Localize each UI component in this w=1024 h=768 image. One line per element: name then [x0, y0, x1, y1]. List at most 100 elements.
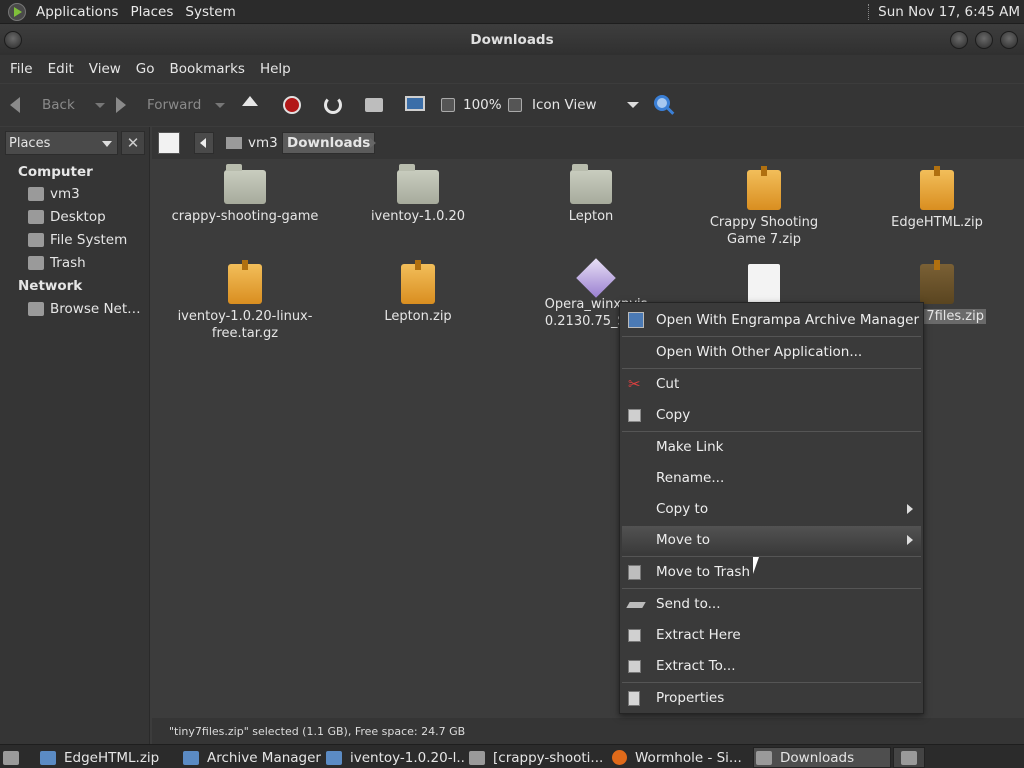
- edit-location-icon[interactable]: [158, 132, 180, 154]
- zoom-level[interactable]: 100%: [463, 84, 502, 126]
- taskbar-item-downloads[interactable]: Downloads: [753, 747, 891, 768]
- file-item[interactable]: Crappy Shooting Game 7.zip: [689, 166, 839, 248]
- breadcrumb-vm3[interactable]: vm3: [222, 132, 282, 154]
- zoom-in-icon[interactable]: [508, 98, 522, 112]
- minimize-button[interactable]: [950, 31, 968, 49]
- menu-extract-here[interactable]: Extract Here: [622, 621, 921, 649]
- home-folder-icon[interactable]: [365, 98, 383, 112]
- menu-view[interactable]: View: [83, 61, 130, 77]
- extract-icon: [628, 628, 641, 642]
- system-menu[interactable]: System: [179, 4, 241, 20]
- menu-separator: [622, 556, 921, 557]
- menu-open-with-other[interactable]: Open With Other Application...: [622, 338, 921, 366]
- sidebar-item-label: File System: [50, 232, 128, 248]
- reload-icon[interactable]: [324, 96, 342, 114]
- menu-move-to[interactable]: Move to: [622, 526, 921, 554]
- menu-separator: [622, 336, 921, 337]
- computer-icon[interactable]: [405, 96, 425, 111]
- menu-file[interactable]: File: [4, 61, 42, 77]
- search-icon[interactable]: [654, 95, 670, 111]
- archive-icon: [628, 312, 644, 328]
- sidebar-item-vm3[interactable]: vm3: [28, 186, 80, 202]
- desktop-icon: [3, 750, 19, 765]
- sidebar-item-label: Browse Net…: [50, 301, 141, 317]
- forward-button[interactable]: Forward: [116, 84, 226, 126]
- sidebar-item-file-system[interactable]: File System: [28, 232, 127, 248]
- menu-separator: [622, 682, 921, 683]
- menu-edit[interactable]: Edit: [42, 61, 83, 77]
- places-menu[interactable]: Places: [124, 4, 179, 20]
- forward-history-dropdown-icon[interactable]: [215, 102, 226, 108]
- copy-icon: [628, 408, 641, 422]
- up-arrow-icon[interactable]: [242, 96, 258, 106]
- sidebar-item-browse-network[interactable]: Browse Net…: [28, 301, 141, 317]
- menu-open-with-engrampa[interactable]: Open With Engrampa Archive Manager: [622, 306, 921, 334]
- window-titlebar[interactable]: Downloads: [0, 25, 1024, 55]
- menu-move-to-trash[interactable]: Move to Trash: [622, 558, 921, 586]
- panel-separator: [868, 4, 870, 20]
- menu-properties[interactable]: Properties: [622, 684, 921, 712]
- menu-send-to[interactable]: Send to...: [622, 590, 921, 618]
- back-button[interactable]: Back: [10, 84, 105, 126]
- breadcrumb-scroll-right[interactable]: [370, 138, 376, 148]
- breadcrumb-label: vm3: [248, 135, 278, 151]
- file-item[interactable]: Lepton.zip: [343, 260, 493, 325]
- taskbar-item-iventoy[interactable]: iventoy-1.0.20-l...: [326, 747, 466, 768]
- drive-icon: [28, 233, 44, 247]
- sidebar-item-desktop[interactable]: Desktop: [28, 209, 106, 225]
- applications-menu[interactable]: Applications: [30, 4, 124, 20]
- window-title: Downloads: [470, 32, 554, 48]
- window-menu-button[interactable]: [4, 31, 22, 49]
- stop-icon[interactable]: [283, 96, 301, 114]
- menu-help[interactable]: Help: [254, 61, 300, 77]
- taskbar-item-wormhole[interactable]: Wormhole - Si...: [612, 747, 752, 768]
- sidebar-selector[interactable]: Places: [5, 131, 118, 155]
- menu-cut[interactable]: ✂ Cut: [622, 370, 921, 398]
- file-name: Lepton: [568, 209, 614, 224]
- sidebar-item-trash[interactable]: Trash: [28, 255, 86, 271]
- menu-copy[interactable]: Copy: [622, 401, 921, 429]
- back-history-dropdown-icon[interactable]: [94, 102, 105, 108]
- zoom-out-icon[interactable]: [441, 98, 455, 112]
- file-item[interactable]: iventoy-1.0.20: [343, 164, 493, 225]
- close-window-button[interactable]: [1000, 31, 1018, 49]
- mate-logo-icon[interactable]: [8, 2, 26, 21]
- installer-icon: [576, 258, 616, 298]
- workspace-switcher[interactable]: [893, 747, 925, 768]
- file-name: iventoy-1.0.20: [370, 209, 466, 224]
- sidebar-item-label: vm3: [50, 186, 80, 202]
- home-folder-icon: [28, 187, 44, 201]
- location-bar: vm3 Downloads: [152, 127, 1024, 159]
- menu-extract-to[interactable]: Extract To...: [622, 652, 921, 680]
- file-item[interactable]: EdgeHTML.zip: [862, 166, 1012, 231]
- menu-bookmarks[interactable]: Bookmarks: [164, 61, 254, 77]
- show-desktop-button[interactable]: [3, 747, 25, 768]
- menu-separator: [622, 368, 921, 369]
- maximize-button[interactable]: [975, 31, 993, 49]
- status-bar: "tiny7files.zip" selected (1.1 GB), Free…: [152, 718, 1024, 744]
- taskbar-item-archive-manager[interactable]: Archive Manager: [183, 747, 323, 768]
- breadcrumb-downloads[interactable]: Downloads: [282, 132, 376, 154]
- taskbar-item-crappy-shooting[interactable]: [crappy-shooti...: [469, 747, 609, 768]
- menu-go[interactable]: Go: [130, 61, 164, 77]
- clock[interactable]: Sun Nov 17, 6:45 AM: [878, 4, 1024, 20]
- view-mode-select[interactable]: Icon View: [532, 84, 639, 126]
- send-icon: [626, 602, 646, 608]
- file-name: Crappy Shooting Game 7.zip: [709, 215, 819, 247]
- firefox-icon: [612, 750, 627, 765]
- menu-copy-to[interactable]: Copy to: [622, 495, 921, 523]
- file-item[interactable]: iventoy-1.0.20-linux-free.tar.gz: [170, 260, 320, 342]
- file-item[interactable]: crappy-shooting-game: [170, 164, 320, 225]
- zip-archive-icon: [747, 166, 781, 210]
- chevron-down-icon: [626, 102, 639, 108]
- forward-label: Forward: [147, 97, 202, 113]
- sidebar-item-label: Desktop: [50, 209, 106, 225]
- menu-make-link[interactable]: Make Link: [622, 433, 921, 461]
- close-sidebar-button[interactable]: ✕: [121, 131, 145, 155]
- network-icon: [28, 302, 44, 316]
- taskbar-item-edgehtml[interactable]: EdgeHTML.zip: [40, 747, 180, 768]
- archive-icon: [40, 750, 56, 765]
- file-item[interactable]: Lepton: [516, 164, 666, 225]
- breadcrumb-scroll-left[interactable]: [194, 132, 214, 154]
- menu-rename[interactable]: Rename...: [622, 464, 921, 492]
